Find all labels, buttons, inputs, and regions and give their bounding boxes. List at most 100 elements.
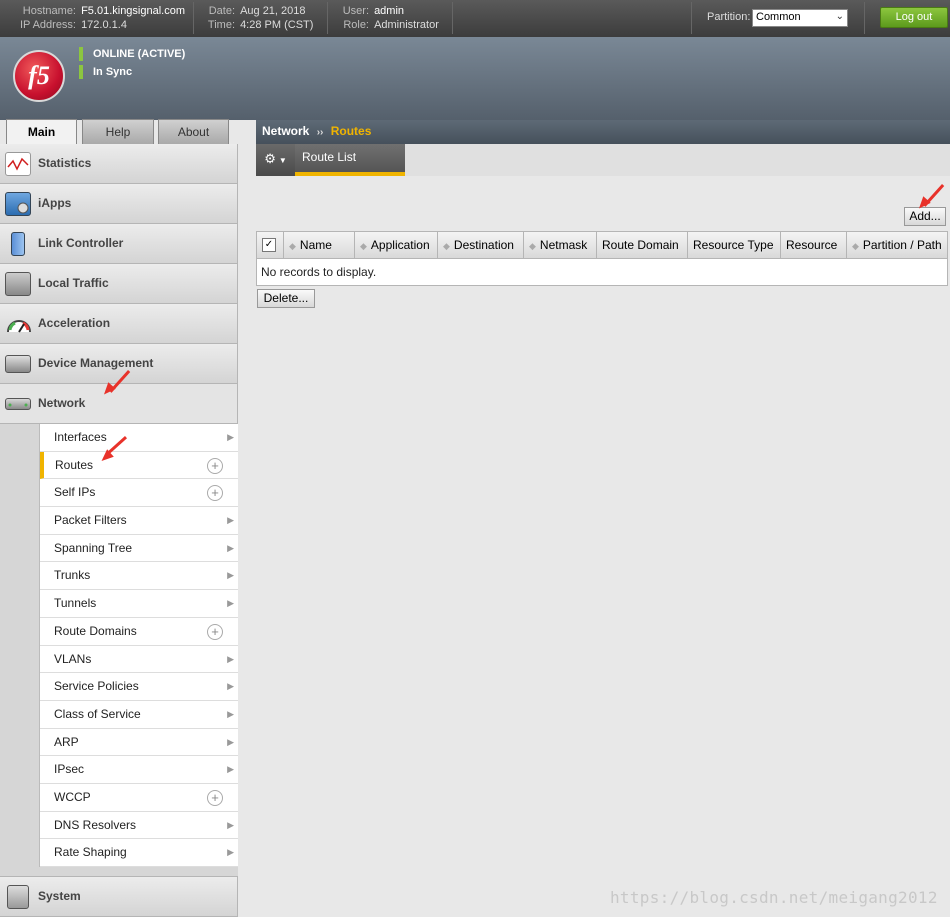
sidebar-item-label: Acceleration [38, 316, 111, 330]
table-header: ✓ ◆ Name ◆ Application ◆ Destination ◆ Netma… [257, 232, 947, 259]
hostname-value: F5.01.kingsignal.com [81, 5, 186, 17]
tab-about[interactable]: About [158, 119, 229, 145]
chevron-right-icon: ▶ [227, 542, 234, 553]
ip-value: 172.0.1.4 [81, 19, 127, 31]
datetime-info: Date: Aug 21, 2018 Time: 4:28 PM (CST) [203, 4, 314, 32]
divider [327, 2, 328, 34]
tab-help[interactable]: Help [82, 119, 154, 145]
system-icon [7, 885, 29, 909]
column-label: Netmask [539, 238, 588, 252]
submenu-item-self-ips[interactable]: Self IPs + [40, 479, 238, 508]
column-label: Partition / Path [862, 238, 942, 252]
content-area [238, 176, 950, 917]
gear-menu-button[interactable]: ⚙ ▼ [256, 144, 295, 176]
status-sync: In Sync [79, 65, 132, 79]
column-header-application[interactable]: ◆ Application [355, 232, 438, 258]
divider [452, 2, 453, 34]
column-label: Resource Type [693, 238, 774, 252]
statistics-icon [5, 152, 31, 176]
gear-icon: ⚙ [264, 151, 276, 166]
submenu-item-wccp[interactable]: WCCP + [40, 783, 238, 812]
sidebar-item-acceleration[interactable]: Acceleration [0, 304, 238, 344]
submenu-item-service-policies[interactable]: Service Policies ▶ [40, 673, 238, 701]
divider [864, 2, 865, 34]
header-band: f5 ONLINE (ACTIVE) In Sync [0, 37, 950, 120]
add-button[interactable]: Add... [904, 207, 946, 226]
sidebar-item-iapps[interactable]: iApps [0, 184, 238, 224]
partition-label: Partition: [707, 11, 751, 23]
column-header-netmask[interactable]: ◆ Netmask [524, 232, 597, 258]
column-header-name[interactable]: ◆ Name [284, 232, 355, 258]
partition-value: Common [756, 11, 801, 23]
add-icon[interactable]: + [207, 485, 223, 502]
link-controller-icon [11, 232, 25, 256]
column-label: Name [299, 238, 332, 252]
column-header-partition-path[interactable]: ◆ Partition / Path [847, 232, 947, 258]
date-value: Aug 21, 2018 [240, 5, 306, 17]
submenu-item-ipsec[interactable]: IPsec ▶ [40, 756, 238, 784]
submenu-item-rate-shaping[interactable]: Rate Shaping ▶ [40, 839, 238, 867]
submenu-label: Rate Shaping [54, 845, 127, 860]
ip-label: IP Address: [19, 19, 76, 31]
submenu-label: Service Policies [54, 679, 139, 694]
submenu-label: Tunnels [54, 596, 97, 611]
submenu-item-interfaces[interactable]: Interfaces ▶ [40, 424, 238, 452]
breadcrumb-current: Routes [330, 124, 372, 138]
sidebar-item-network[interactable]: Network [0, 384, 238, 424]
submenu-item-arp[interactable]: ARP ▶ [40, 728, 238, 757]
chevron-right-icon: ▶ [227, 598, 234, 609]
submenu-item-tunnels[interactable]: Tunnels ▶ [40, 590, 238, 618]
empty-message: No records to display. [261, 265, 377, 279]
status-online: ONLINE (ACTIVE) [79, 47, 185, 61]
column-header-route-domain: Route Domain [597, 232, 688, 258]
time-value: 4:28 PM (CST) [240, 19, 314, 31]
submenu-item-route-domains[interactable]: Route Domains + [40, 617, 238, 646]
submenu-item-vlans[interactable]: VLANs ▶ [40, 645, 238, 674]
logout-button[interactable]: Log out [880, 7, 948, 28]
iapps-icon [5, 192, 31, 216]
add-icon[interactable]: + [207, 623, 223, 640]
sidebar-item-label: Network [38, 396, 86, 410]
select-all-checkbox[interactable]: ✓ [262, 238, 276, 252]
submenu-item-spanning-tree[interactable]: Spanning Tree ▶ [40, 534, 238, 563]
chevron-right-icon: ▶ [227, 708, 234, 719]
routes-table: ✓ ◆ Name ◆ Application ◆ Destination ◆ Netma… [256, 231, 948, 286]
column-header-destination[interactable]: ◆ Destination [438, 232, 524, 258]
subtab-bar: ⚙ ▼ Route List [256, 144, 950, 176]
network-icon [5, 398, 31, 410]
submenu-label: Class of Service [54, 706, 141, 721]
tab-route-list[interactable]: Route List [295, 144, 405, 176]
submenu-label: Route Domains [54, 623, 137, 638]
sidebar-item-link-controller[interactable]: Link Controller [0, 224, 238, 264]
sidebar-item-label: Local Traffic [38, 276, 109, 290]
submenu-item-packet-filters[interactable]: Packet Filters ▶ [40, 507, 238, 535]
chevron-down-icon: ▼ [278, 156, 287, 165]
tab-main[interactable]: Main [6, 119, 77, 145]
host-info: Hostname: F5.01.kingsignal.com IP Addres… [16, 4, 185, 32]
local-traffic-icon [5, 272, 31, 296]
top-info-bar: Hostname: F5.01.kingsignal.com IP Addres… [0, 0, 950, 37]
submenu-item-routes[interactable]: Routes + [40, 451, 238, 480]
submenu-label: Spanning Tree [54, 540, 133, 555]
sidebar-item-system[interactable]: System [0, 876, 238, 917]
delete-button[interactable]: Delete... [257, 289, 315, 308]
sidebar-item-statistics[interactable]: Statistics [0, 144, 238, 184]
chevron-right-icon: ▶ [227, 819, 234, 830]
chevron-right-icon: ▶ [227, 736, 234, 747]
submenu-item-class-of-service[interactable]: Class of Service ▶ [40, 700, 238, 729]
chevron-right-icon: ▶ [227, 764, 234, 775]
sort-icon: ◆ [443, 241, 450, 251]
add-icon[interactable]: + [207, 457, 223, 474]
sort-icon: ◆ [360, 241, 367, 251]
submenu-label: VLANs [54, 651, 92, 666]
sidebar-item-local-traffic[interactable]: Local Traffic [0, 264, 238, 304]
add-icon[interactable]: + [207, 789, 223, 806]
submenu-item-trunks[interactable]: Trunks ▶ [40, 562, 238, 591]
sort-icon: ◆ [852, 241, 859, 251]
breadcrumb-parent[interactable]: Network [262, 124, 309, 138]
partition-select[interactable]: Common ⌄ [752, 9, 848, 27]
chevron-right-icon: ▶ [227, 653, 234, 664]
role-label: Role: [343, 19, 369, 31]
submenu-item-dns-resolvers[interactable]: DNS Resolvers ▶ [40, 811, 238, 840]
hostname-label: Hostname: [22, 5, 76, 17]
